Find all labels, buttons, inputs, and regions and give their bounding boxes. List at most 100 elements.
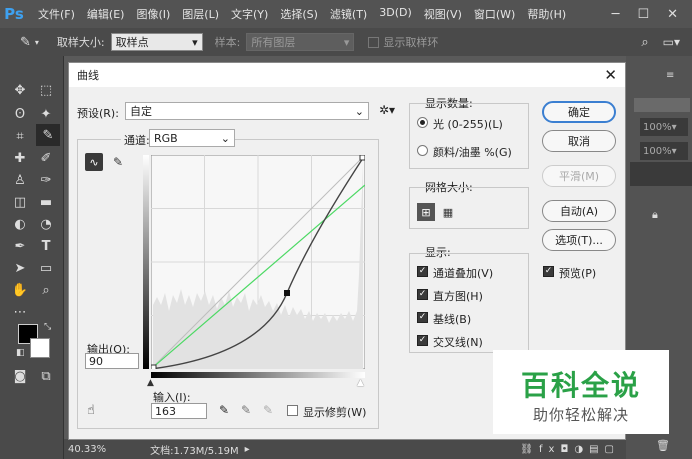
smooth-button[interactable]: 平滑(M) <box>542 165 616 187</box>
menu-item[interactable]: 滤镜(T) <box>324 6 373 22</box>
menu-item[interactable]: 文字(Y) <box>225 6 274 22</box>
eyedropper-tool-icon[interactable]: ✎ <box>20 35 31 50</box>
show-ring-checkbox[interactable] <box>368 36 380 48</box>
marquee-tool-icon[interactable]: ⬚ <box>36 80 56 100</box>
gradient-tool-icon[interactable]: ▬ <box>36 192 56 212</box>
preset-label: 预设(R): <box>77 107 119 120</box>
magic-wand-icon[interactable]: ✦ <box>36 104 56 124</box>
target-adjust-icon[interactable]: ☝ <box>87 403 95 418</box>
curve-point[interactable] <box>284 290 290 296</box>
channel-select[interactable]: RGB ⌄ <box>149 129 235 147</box>
healing-brush-icon[interactable]: ✚ <box>10 148 30 168</box>
menu-item[interactable]: 图像(I) <box>130 6 176 22</box>
pigment-radio[interactable] <box>417 145 428 156</box>
menu-item[interactable]: 选择(S) <box>274 6 324 22</box>
preset-select[interactable]: 自定 ⌄ <box>125 102 369 120</box>
menu-item[interactable]: 文件(F) <box>32 6 81 22</box>
default-colors-icon[interactable]: ◧ <box>16 348 25 358</box>
menu-items: 文件(F) 编辑(E) 图像(I) 图层(L) 文字(Y) 选择(S) 滤镜(T) 3D(D)… <box>32 6 572 22</box>
background-color-swatch[interactable] <box>30 338 50 358</box>
layer-actions-icons[interactable]: ⛓fx◘◑▤▢ <box>520 444 620 455</box>
intersection-checkbox[interactable]: ✓ <box>417 335 428 346</box>
close-icon[interactable]: ✕ <box>604 66 617 84</box>
options-bar: ✎ ▾ 取样大小: 取样点 ▾ 样本: 所有图层 ▾ 显示取样环 ⌕ ▭▾ <box>0 28 692 56</box>
show-clipping-checkbox[interactable] <box>287 405 298 416</box>
trash-icon[interactable]: 🗑︎ <box>656 439 670 452</box>
workspace-icon[interactable]: ▭▾ <box>663 35 680 49</box>
input-gradient <box>151 372 365 378</box>
photoshop-logo: Ps <box>0 0 28 28</box>
black-eyedropper-icon[interactable]: ✎ <box>219 403 229 417</box>
fill-field[interactable]: 100% ▾ <box>640 142 688 160</box>
menu-item[interactable]: 3D(D) <box>373 6 418 22</box>
hand-tool-icon[interactable]: ✋ <box>10 280 30 300</box>
stamp-tool-icon[interactable]: ♙ <box>10 170 30 190</box>
brush-tool-icon[interactable]: ✐ <box>36 148 56 168</box>
screen-mode-icon[interactable]: ⧉ <box>36 366 56 386</box>
chevron-right-icon[interactable]: ▸ <box>245 444 250 455</box>
crop-tool-icon[interactable]: ⌗ <box>10 126 30 146</box>
output-field[interactable]: 90 <box>85 353 139 369</box>
minimize-icon[interactable]: ─ <box>612 7 620 22</box>
tools-panel: ✥ ⬚ ʘ ✦ ⌗ ✎ ✚ ✐ ♙ ✑ ◫ ▬ ◐ ◔ ✒ T ➤ ▭ ✋ ⌕ … <box>0 56 64 459</box>
menu-item[interactable]: 帮助(H) <box>521 6 572 22</box>
rectangle-tool-icon[interactable]: ▭ <box>36 258 56 278</box>
input-field[interactable]: 163 <box>151 403 207 419</box>
dialog-titlebar: 曲线 ✕ <box>69 63 625 87</box>
menu-item[interactable]: 视图(V) <box>418 6 468 22</box>
swap-colors-icon[interactable]: ⤡ <box>44 322 51 332</box>
more-tools-icon[interactable]: ⋯ <box>10 302 30 322</box>
opacity-field[interactable]: 100% ▾ <box>640 118 688 136</box>
baseline-checkbox[interactable]: ✓ <box>417 312 428 323</box>
light-label: 光 (0-255)(L) <box>433 118 503 131</box>
channel-overlay-checkbox[interactable]: ✓ <box>417 266 428 277</box>
eraser-tool-icon[interactable]: ◫ <box>10 192 30 212</box>
black-point-slider[interactable]: ▲ <box>147 378 154 388</box>
chevron-down-icon[interactable]: ▾ <box>35 38 39 47</box>
curve-points-icon[interactable]: ∿ <box>85 153 103 171</box>
zoom-tool-icon[interactable]: ⌕ <box>36 280 56 300</box>
histogram-checkbox[interactable]: ✓ <box>417 289 428 300</box>
zoom-level[interactable]: 40.33% <box>68 444 106 455</box>
type-tool-icon[interactable]: T <box>36 236 56 256</box>
menu-item[interactable]: 图层(L) <box>176 6 225 22</box>
preview-checkbox[interactable]: ✓ <box>543 266 554 277</box>
auto-button[interactable]: 自动(A) <box>542 200 616 222</box>
lasso-tool-icon[interactable]: ʘ <box>10 104 30 124</box>
menu-item[interactable]: 编辑(E) <box>81 6 131 22</box>
dodge-tool-icon[interactable]: ◔ <box>36 214 56 234</box>
grid-4x4-icon[interactable]: ⊞ <box>417 203 435 221</box>
blur-tool-icon[interactable]: ◐ <box>10 214 30 234</box>
curve-graph[interactable] <box>151 155 365 369</box>
panel-menu-icon[interactable]: ≡ <box>666 70 674 81</box>
menu-item[interactable]: 窗口(W) <box>468 6 521 22</box>
layer-row[interactable] <box>630 162 692 186</box>
path-select-icon[interactable]: ➤ <box>10 258 30 278</box>
cancel-button[interactable]: 取消 <box>542 130 616 152</box>
curve-endpoint[interactable] <box>151 364 157 369</box>
white-point-slider[interactable]: ▲ <box>357 378 364 388</box>
status-bar: 40.33% 文档:1.73M/5.19M ▸ ⛓fx◘◑▤▢ <box>64 439 626 459</box>
ok-button[interactable]: 确定 <box>542 101 616 123</box>
sample-size-select[interactable]: 取样点 ▾ <box>110 33 203 51</box>
quick-mask-icon[interactable]: ◙ <box>10 366 30 386</box>
pencil-icon[interactable]: ✎ <box>109 153 127 171</box>
move-tool-icon[interactable]: ✥ <box>10 80 30 100</box>
gray-eyedropper-icon[interactable]: ✎ <box>241 403 251 417</box>
maximize-icon[interactable]: ☐ <box>637 7 649 22</box>
options-button[interactable]: 选项(T)... <box>542 229 616 251</box>
grid-10x10-icon[interactable]: ▦ <box>439 203 457 221</box>
white-eyedropper-icon[interactable]: ✎ <box>263 403 273 417</box>
pen-tool-icon[interactable]: ✒ <box>10 236 30 256</box>
history-brush-icon[interactable]: ✑ <box>36 170 56 190</box>
gear-icon[interactable]: ✲▾ <box>379 103 395 117</box>
close-window-icon[interactable]: ✕ <box>667 7 678 22</box>
light-radio[interactable] <box>417 117 428 128</box>
curve-endpoint[interactable] <box>359 155 365 161</box>
search-icon[interactable]: ⌕ <box>641 35 648 50</box>
sample-select[interactable]: 所有图层 ▾ <box>246 33 355 51</box>
dialog-title: 曲线 <box>77 69 99 82</box>
channel-overlay-label: 通道叠加(V) <box>433 267 494 280</box>
eyedropper-tool-icon[interactable]: ✎ <box>36 124 60 146</box>
show-clipping-label: 显示修剪(W) <box>303 406 367 419</box>
